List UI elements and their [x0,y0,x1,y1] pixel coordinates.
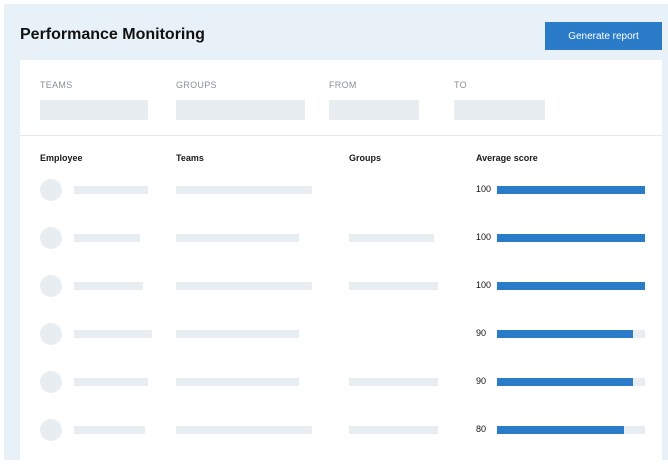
avatar [40,227,62,249]
score-bar-fill [497,186,645,194]
filter-teams-input[interactable] [40,100,148,120]
group-placeholder [349,282,438,290]
column-header-teams[interactable]: Teams [176,153,204,163]
group-placeholder [349,234,434,242]
filter-groups-label: GROUPS [176,80,217,90]
team-placeholder [176,282,312,290]
score-bar-fill [497,330,634,338]
team-placeholder [176,426,312,434]
column-header-average-score[interactable]: Average score [476,153,538,163]
table-row[interactable]: 90 [20,323,662,347]
filter-to: TO [454,78,545,120]
avatar [40,371,62,393]
score-bar [497,186,645,194]
avatar [40,275,62,297]
team-placeholder [176,378,299,386]
score-bar [497,330,645,338]
employee-name-placeholder [74,186,148,194]
generate-report-button[interactable]: Generate report [545,22,662,50]
score-bar [497,378,645,386]
employee-name-placeholder [74,426,145,434]
app-window: Performance Monitoring Generate report T… [4,4,668,464]
avatar [40,179,62,201]
score-bar-fill [497,378,634,386]
table-row[interactable]: 90 [20,371,662,395]
filter-to-input[interactable] [454,100,545,120]
team-placeholder [176,186,312,194]
score-bar [497,234,645,242]
score-bar [497,282,645,290]
filter-from-input[interactable] [329,100,419,120]
filter-teams: TEAMS [40,78,148,120]
filter-teams-label: TEAMS [40,80,73,90]
filter-from-label: FROM [329,80,357,90]
employee-name-placeholder [74,234,140,242]
group-placeholder [349,426,438,434]
team-placeholder [176,330,299,338]
page-title: Performance Monitoring [20,26,205,43]
column-header-employee[interactable]: Employee [40,153,83,163]
score-bar-fill [497,426,625,434]
table-row[interactable]: 100 [20,227,662,251]
table-row[interactable]: 100 [20,179,662,203]
score-bar-fill [497,282,645,290]
table-row[interactable]: 80 [20,419,662,443]
score-bar-fill [497,234,645,242]
filter-from: FROM [329,78,419,120]
group-placeholder [349,378,438,386]
filter-groups-input[interactable] [176,100,305,120]
filter-to-label: TO [454,80,467,90]
report-card: TEAMS GROUPS FROM TO Employee Teams Grou… [20,60,662,464]
employee-name-placeholder [74,378,148,386]
avatar [40,323,62,345]
filter-bar: TEAMS GROUPS FROM TO [20,60,662,136]
column-header-groups[interactable]: Groups [349,153,381,163]
filter-groups: GROUPS [176,78,305,120]
avatar [40,419,62,441]
team-placeholder [176,234,299,242]
score-bar [497,426,645,434]
table-row[interactable]: 100 [20,275,662,299]
employee-name-placeholder [74,282,143,290]
employee-name-placeholder [74,330,152,338]
